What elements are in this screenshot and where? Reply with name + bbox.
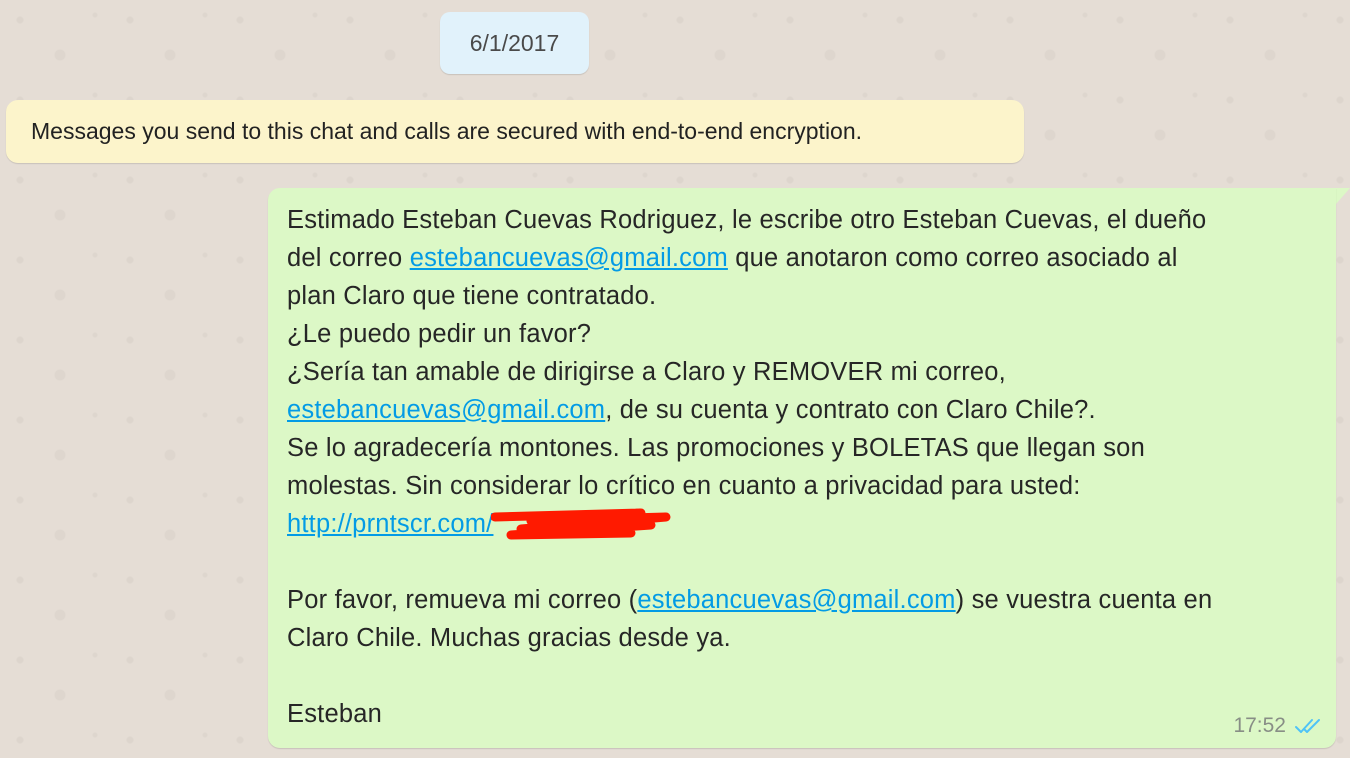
email-link[interactable]: estebancuevas@gmail.com bbox=[287, 396, 605, 424]
date-divider: 6/1/2017 bbox=[440, 12, 589, 74]
message-line: http://prntscr.com/ bbox=[287, 505, 1316, 543]
email-link[interactable]: estebancuevas@gmail.com bbox=[410, 244, 728, 272]
message-text: del correo bbox=[287, 244, 410, 272]
email-link[interactable]: estebancuevas@gmail.com bbox=[637, 586, 955, 614]
message-text: que anotaron como correo asociado al bbox=[727, 244, 1178, 272]
outgoing-message-bubble[interactable]: Estimado Esteban Cuevas Rodriguez, le es… bbox=[268, 188, 1336, 748]
double-check-read-icon bbox=[1294, 717, 1322, 735]
message-line: ¿Le puedo pedir un favor? bbox=[287, 320, 592, 348]
message-line: molestas. Sin considerar lo crítico en c… bbox=[287, 472, 1081, 500]
message-time: 17:52 bbox=[1233, 714, 1286, 737]
message-text: , de su cuenta y contrato con Claro Chil… bbox=[605, 396, 1096, 424]
message-line: ¿Sería tan amable de dirigirse a Claro y… bbox=[287, 358, 1006, 386]
message-text: ) se vuestra cuenta en bbox=[955, 586, 1213, 614]
message-line bbox=[287, 657, 1316, 695]
message-text: Por favor, remueva mi correo ( bbox=[287, 586, 638, 614]
encryption-notice[interactable]: Messages you send to this chat and calls… bbox=[6, 100, 1024, 163]
message-line: Se lo agradecería montones. Las promocio… bbox=[287, 434, 1145, 462]
message-line: plan Claro que tiene contratado. bbox=[287, 282, 657, 310]
message-meta: 17:52 bbox=[1233, 714, 1322, 738]
encryption-notice-text: Messages you send to this chat and calls… bbox=[31, 118, 863, 144]
message-body: Estimado Esteban Cuevas Rodriguez, le es… bbox=[287, 201, 1316, 733]
message-line: del correo estebancuevas@gmail.com que a… bbox=[287, 239, 1316, 277]
screenshot-link[interactable]: http://prntscr.com/ bbox=[287, 510, 493, 538]
message-line: Claro Chile. Muchas gracias desde ya. bbox=[287, 624, 731, 652]
message-line: Esteban bbox=[287, 700, 382, 728]
message-line bbox=[287, 543, 1316, 581]
message-line: estebancuevas@gmail.com, de su cuenta y … bbox=[287, 391, 1316, 429]
bubble-tail bbox=[1336, 188, 1350, 204]
message-line: Estimado Esteban Cuevas Rodriguez, le es… bbox=[287, 206, 1207, 234]
chat-area: 6/1/2017 Messages you send to this chat … bbox=[0, 0, 1350, 758]
redaction-scribble bbox=[491, 508, 671, 540]
message-line: Por favor, remueva mi correo (estebancue… bbox=[287, 581, 1316, 619]
date-divider-label: 6/1/2017 bbox=[469, 29, 560, 56]
